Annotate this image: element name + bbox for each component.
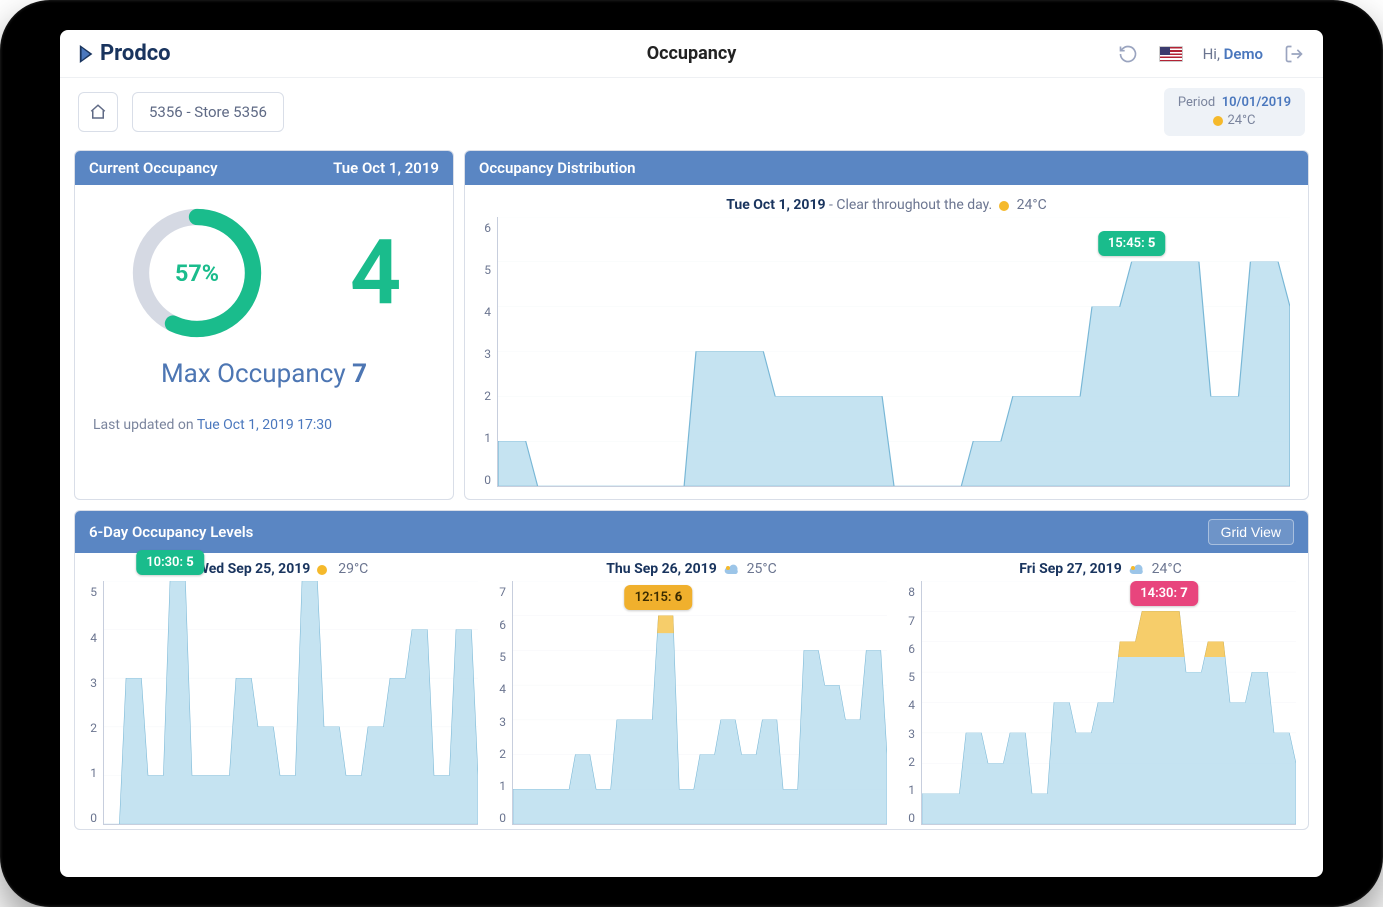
brand-name: Prodco [100, 41, 171, 66]
grid-view-button[interactable]: Grid View [1208, 519, 1294, 545]
app-screen: Prodco Occupancy Hi, Demo [60, 30, 1323, 877]
occupancy-count: 4 [350, 228, 401, 318]
y-axis: 0123456 [479, 217, 497, 487]
logout-icon[interactable] [1283, 43, 1305, 65]
refresh-icon[interactable] [1117, 43, 1139, 65]
distribution-plot[interactable]: 15:45: 5 [497, 217, 1290, 487]
mini-chart[interactable]: Thu Sep 26, 2019 25°C 01234567 12:15: 6 [492, 557, 891, 829]
mini-plot[interactable]: 14:30: 7 [921, 581, 1296, 825]
peak-badge: 14:30: 7 [1130, 581, 1198, 606]
current-occupancy-card: Current Occupancy Tue Oct 1, 2019 57% 4 [74, 150, 454, 500]
sun-icon [999, 201, 1009, 211]
y-axis: 012345678 [903, 581, 921, 825]
cloud-icon [1129, 564, 1145, 576]
last-updated: Last updated on Tue Oct 1, 2019 17:30 [85, 417, 443, 433]
distribution-title: Occupancy Distribution [479, 159, 636, 177]
occupancy-distribution-card: Occupancy Distribution Tue Oct 1, 2019 -… [464, 150, 1309, 500]
store-selector[interactable]: 5356 - Store 5356 [132, 92, 284, 132]
current-occupancy-date: Tue Oct 1, 2019 [333, 159, 439, 177]
mini-chart-title: Fri Sep 27, 2019 24°C [901, 557, 1300, 579]
mini-plot[interactable]: 10:30: 5 [103, 581, 478, 825]
cloud-icon [724, 564, 740, 576]
max-occupancy: Max Occupancy 7 [85, 359, 443, 389]
peak-badge: 10:30: 5 [136, 550, 204, 575]
breadcrumb-row: 5356 - Store 5356 Period 10/01/2019 24°C [60, 78, 1323, 146]
distribution-subtitle: Tue Oct 1, 2019 - Clear throughout the d… [475, 193, 1298, 215]
sun-icon [317, 565, 327, 575]
current-occupancy-title: Current Occupancy [89, 159, 218, 177]
occupancy-donut: 57% [127, 203, 267, 343]
y-axis: 012345 [85, 581, 103, 825]
six-day-card: 6-Day Occupancy Levels Grid View Wed Sep… [74, 510, 1309, 830]
svg-text:57%: 57% [175, 259, 219, 287]
period-box[interactable]: Period 10/01/2019 24°C [1164, 88, 1305, 136]
mini-chart[interactable]: Wed Sep 25, 2019 29°C01234510:30: 5 [83, 557, 482, 829]
peak-badge: 15:45: 5 [1098, 231, 1166, 256]
locale-flag-us[interactable] [1159, 46, 1183, 62]
y-axis: 01234567 [494, 581, 512, 825]
home-button[interactable] [78, 92, 118, 132]
tablet-frame: Prodco Occupancy Hi, Demo [0, 0, 1383, 907]
home-icon [89, 103, 107, 121]
six-day-charts: Wed Sep 25, 2019 29°C01234510:30: 5Thu S… [75, 553, 1308, 829]
topbar: Prodco Occupancy Hi, Demo [60, 30, 1323, 78]
sun-icon [1213, 116, 1223, 126]
peak-badge: 12:15: 6 [625, 585, 693, 610]
brand-logo[interactable]: Prodco [78, 41, 171, 66]
six-day-title: 6-Day Occupancy Levels [89, 523, 253, 541]
content: Current Occupancy Tue Oct 1, 2019 57% 4 [60, 146, 1323, 830]
greeting: Hi, Demo [1203, 45, 1263, 63]
mini-chart[interactable]: Fri Sep 27, 2019 24°C 012345678 14:30: 7 [901, 557, 1300, 829]
mini-chart-title: Thu Sep 26, 2019 25°C [492, 557, 891, 579]
brand-logo-icon [78, 43, 96, 65]
mini-plot[interactable]: 12:15: 6 [512, 581, 887, 825]
